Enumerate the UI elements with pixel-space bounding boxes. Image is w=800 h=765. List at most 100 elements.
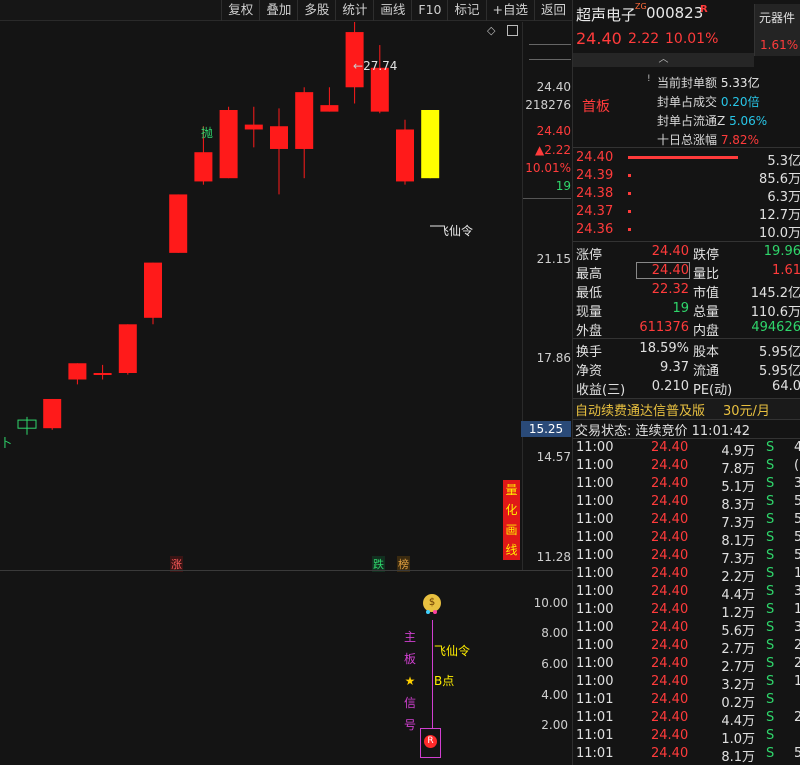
candle-body[interactable] (396, 129, 414, 182)
tick-price: 24.40 (651, 458, 689, 473)
seal-label: 当前封单额 (657, 76, 718, 90)
candle-body[interactable] (43, 398, 62, 429)
candle-body[interactable] (370, 67, 389, 112)
stat-label: 最低 (576, 286, 603, 301)
candle-body[interactable] (219, 110, 238, 179)
order-book-row[interactable]: 24.40 5.3亿 (573, 149, 800, 169)
feixianling-label: 飞仙令 (437, 224, 474, 238)
tick-time: 11:00 (576, 512, 614, 527)
candle-body[interactable] (68, 363, 87, 380)
candle-body[interactable] (320, 105, 339, 112)
tick-price: 24.40 (651, 620, 689, 635)
quant-char: 线 (505, 543, 518, 557)
sector-box[interactable]: 元器件 1.61% (754, 4, 800, 56)
candle-body[interactable] (194, 152, 213, 182)
indicator-tick: 4.00 (541, 688, 568, 702)
axis-top-tick (529, 59, 571, 60)
candle-body[interactable] (144, 262, 162, 318)
zg-tag: ZG (635, 2, 647, 11)
mark-button[interactable]: 标记 (447, 0, 485, 21)
order-volume-bar (628, 210, 631, 213)
multi-stock-button[interactable]: 多股 (297, 0, 335, 21)
candle-body[interactable] (270, 126, 288, 149)
tick-side: S (766, 710, 775, 725)
stat-value: 494626 (751, 320, 800, 335)
tick-count: 3 (794, 584, 800, 599)
axis-pct: 10.01% (525, 161, 571, 175)
window-toggle-icon[interactable] (507, 25, 518, 36)
tick-price: 24.40 (651, 584, 689, 599)
f10-button[interactable]: F10 (411, 0, 447, 21)
signal-dot-icon (433, 610, 437, 614)
fundamental-label: 股本 (693, 345, 720, 360)
fundamental-value: 9.37 (660, 360, 689, 375)
pane-divider[interactable] (0, 570, 572, 571)
tick-side: S (766, 440, 775, 455)
candle-body[interactable] (93, 373, 112, 376)
candle-body[interactable] (169, 194, 188, 253)
add-watchlist-button[interactable]: +自选 (485, 0, 534, 21)
tick-row: 11:0024.404.4万S3 (573, 583, 800, 603)
back-button[interactable]: 返回 (533, 0, 572, 21)
order-volume-bar (628, 174, 631, 177)
price-tick: 17.86 (536, 351, 571, 365)
r-badge-icon[interactable]: R (424, 735, 437, 748)
tick-row: 11:01 24.40 0.2万 S (573, 691, 800, 711)
tick-count: 5 (794, 746, 800, 761)
tick-side: S (766, 602, 775, 617)
order-book-row[interactable]: 24.36 10.0万 (573, 221, 800, 241)
tick-side: S (766, 566, 775, 581)
order-book-row[interactable]: 24.37 12.7万 (573, 203, 800, 223)
signal-box: R (420, 728, 441, 758)
info-icon[interactable]: ! (647, 74, 651, 84)
seal-row: 封单占成交 0.20倍 (657, 93, 767, 112)
axis-small-volume: 19 (555, 179, 571, 193)
fundamental-row: 收益(三) 0.210 PE(动) 64.0 (573, 378, 800, 398)
order-volume-bar (628, 156, 738, 159)
tick-time: 11:00 (576, 602, 614, 617)
tick-side: S (766, 548, 775, 563)
tick-price: 24.40 (651, 440, 689, 455)
candle-body[interactable] (244, 124, 263, 130)
stat-row: 外盘 611376 内盘 494626 (573, 319, 800, 339)
overlay-button[interactable]: 叠加 (259, 0, 297, 21)
tick-price: 24.40 (651, 674, 689, 689)
statistics-button[interactable]: 统计 (335, 0, 373, 21)
money-bag-icon[interactable]: $ (423, 594, 441, 612)
tick-side: S (766, 530, 775, 545)
diamond-icon[interactable]: ◇ (487, 24, 495, 37)
order-book-row[interactable]: 24.39 85.6万 (573, 167, 800, 187)
tick-side: S (766, 638, 775, 653)
tick-row: 11:0024.404.9万S4 (573, 439, 800, 459)
seal-row: 封单占流通Z 5.06% (657, 112, 767, 131)
stat-row: 最低 22.32 市值 145.2亿 (573, 281, 800, 301)
stat-value: 22.32 (651, 282, 689, 297)
crosshair-price-badge: 15.25 (521, 421, 571, 437)
tick-count: 5 (794, 494, 800, 509)
high-price-label: ←27.74 (353, 59, 398, 73)
tick-count: 1 (794, 674, 800, 689)
tick-row: 11:01 24.40 8.1万 S 5 (573, 745, 800, 765)
tick-time: 11:00 (576, 656, 614, 671)
candle-body[interactable] (421, 110, 440, 179)
stat-label: 最高 (576, 267, 603, 282)
collapse-chevron-icon[interactable]: ︿ (573, 53, 754, 67)
tick-price: 24.40 (651, 548, 689, 563)
stock-code: 000823 (646, 4, 704, 22)
tick-price: 24.40 (651, 512, 689, 527)
draw-line-button[interactable]: 画线 (373, 0, 411, 21)
seal-label: 十日总涨幅 (657, 133, 718, 147)
kline-chart[interactable]: ◇ ←27.74 抛 飞仙令 24.40 218276 24.40 ▲2.22 … (0, 22, 572, 765)
quant-drawline-button[interactable]: 量 化 画 线 (503, 480, 520, 560)
fuquan-button[interactable]: 复权 (221, 0, 259, 21)
tick-count: 3 (794, 476, 800, 491)
quote-panel: 超声电子 ZG 000823 R 元器件 1.61% 24.40 2.22 10… (572, 0, 800, 765)
order-book-row[interactable]: 24.38 6.3万 (573, 185, 800, 205)
tick-row: 11:0024.402.2万S1 (573, 565, 800, 585)
signal-char: 主 (403, 630, 416, 644)
star-icon: ★ (404, 674, 416, 688)
tick-time: 11:00 (576, 476, 614, 491)
candle-body[interactable] (118, 324, 137, 374)
candle-body[interactable] (295, 92, 314, 149)
promo-banner[interactable]: 自动续费通达信普及版 30元/月 (573, 399, 800, 419)
